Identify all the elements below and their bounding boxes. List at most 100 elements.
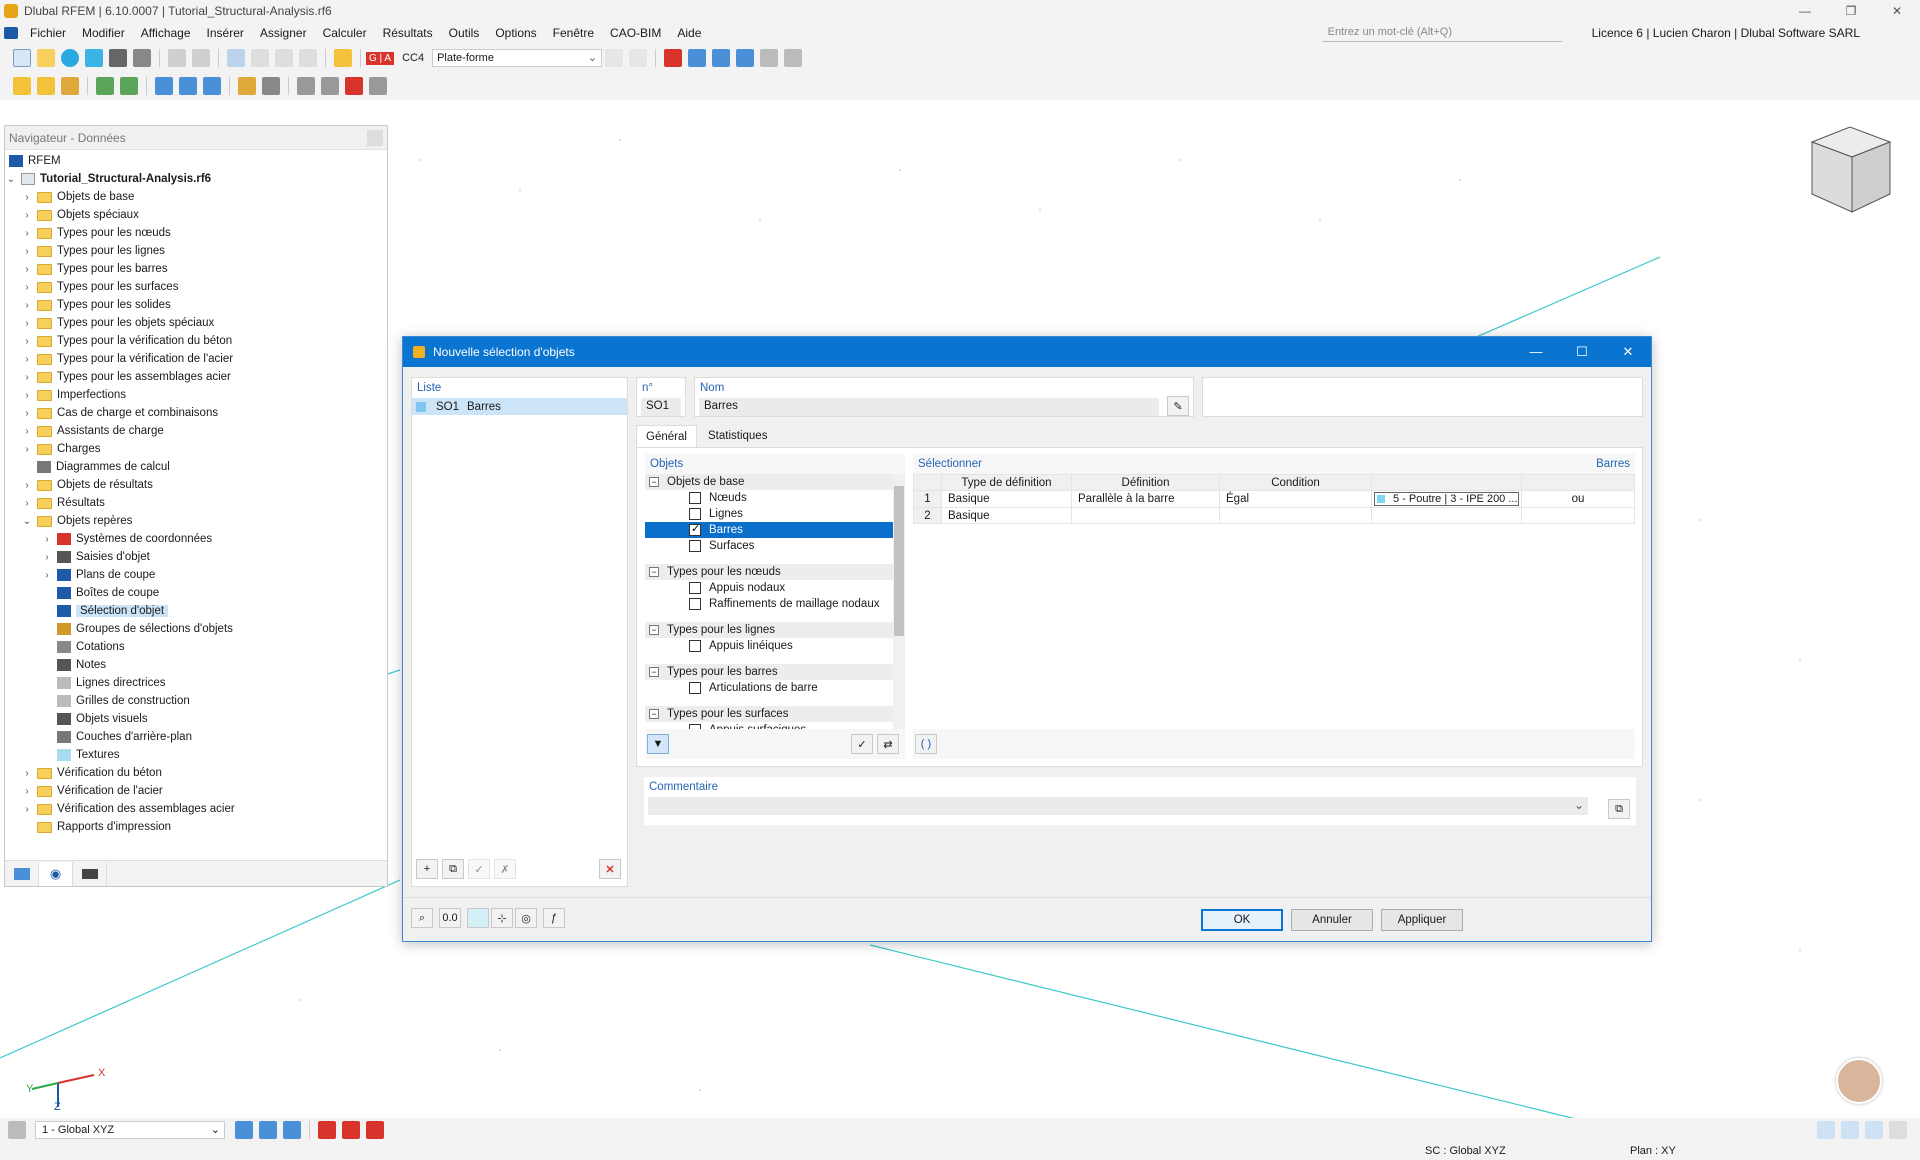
menu-assigner[interactable]: Assigner [252,26,315,40]
checkbox[interactable] [689,598,701,610]
menu-fichier[interactable]: Fichier [22,26,74,40]
draw-line-icon[interactable] [318,1121,336,1139]
search-icon[interactable]: ⌕ [411,908,433,928]
menu-inserer[interactable]: Insérer [199,26,252,40]
color-icon[interactable] [467,908,489,928]
table-toggle-icon[interactable] [251,49,269,67]
menu-fenetre[interactable]: Fenêtre [545,26,602,40]
tree-file[interactable]: ⌄ Tutorial_Structural-Analysis.rf6 [5,170,387,188]
menu-options[interactable]: Options [487,26,544,40]
view-icon[interactable] [299,49,317,67]
condition-cell[interactable]: Égal [1219,490,1372,508]
tab-data[interactable] [5,861,39,886]
collapse-icon[interactable]: − [649,625,659,635]
tree-item-guide[interactable]: Notes [5,656,387,674]
tree-item[interactable]: › Objets de base [5,188,387,206]
cloud-icon[interactable] [61,49,79,67]
snap-toggle-icon[interactable] [1817,1121,1835,1139]
tab-general[interactable]: Général [636,425,697,448]
panel-toggle-icon[interactable] [275,49,293,67]
add-icon[interactable]: + [416,859,438,879]
tree-item-guide[interactable]: Grilles de construction [5,692,387,710]
filter-icon[interactable]: ▼ [647,734,669,754]
object-item[interactable]: Appuis surfaciques [645,722,893,729]
tree-item-guide[interactable]: Lignes directrices [5,674,387,692]
tree-item[interactable]: › Types pour les lignes [5,242,387,260]
tree-item-guide[interactable]: › Plans de coupe [5,566,387,584]
member-icon[interactable] [61,77,79,95]
chevron-right-icon[interactable]: › [21,390,33,401]
opening-icon[interactable] [203,77,221,95]
prev-icon[interactable] [605,49,624,67]
collapse-icon[interactable]: − [649,477,659,487]
load-icon[interactable] [334,49,352,67]
tree-item[interactable]: › Charges [5,440,387,458]
list-item[interactable]: SO1 Barres [412,398,627,415]
grid-icon[interactable] [321,77,339,95]
checkbox[interactable] [689,724,701,729]
maximize-icon[interactable]: ☐ [1559,344,1605,360]
menu-cao-bim[interactable]: CAO-BIM [602,26,669,40]
save-icon[interactable] [109,49,127,67]
ortho-toggle-icon[interactable] [1841,1121,1859,1139]
tree-item[interactable]: › Types pour les surfaces [5,278,387,296]
value-cell[interactable] [1371,507,1522,524]
number-field[interactable]: SO1 [641,398,681,416]
close-icon[interactable]: ✕ [1874,4,1920,18]
tab-display[interactable]: ◉ [39,861,73,886]
table-row[interactable]: 1 Basique Parallèle à la barre Égal 5 - … [913,490,1635,508]
section-icon[interactable] [238,77,256,95]
chevron-right-icon[interactable]: › [21,786,33,797]
solid-icon[interactable] [179,77,197,95]
chevron-right-icon[interactable]: › [21,426,33,437]
formula-icon[interactable]: ƒ [543,908,565,928]
rfem-menu-icon[interactable] [4,27,18,39]
select-all-icon[interactable]: ✓ [851,734,873,754]
axis-z-icon[interactable] [736,49,755,67]
navigator-close-button[interactable] [367,130,383,146]
line-icon[interactable] [37,77,55,95]
minimize-icon[interactable]: — [1513,344,1559,360]
menu-resultats[interactable]: Résultats [375,26,441,40]
checkbox[interactable] [689,540,701,552]
coordinate-system-select[interactable]: 1 - Global XYZ ⌄ [35,1121,225,1139]
tree-root[interactable]: RFEM [5,152,387,170]
name-field[interactable]: Barres [699,398,1159,416]
tree-item[interactable]: ⌄ Objets repères [5,512,387,530]
axis-y-icon[interactable] [712,49,731,67]
tree-item[interactable]: › Vérification du béton [5,764,387,782]
checkbox[interactable] [689,508,701,520]
surface-icon[interactable] [155,77,173,95]
chevron-right-icon[interactable]: › [21,768,33,779]
tree-item-guide[interactable]: Groupes de sélections d'objets [5,620,387,638]
close-icon[interactable]: ✕ [1605,344,1651,360]
chevron-right-icon[interactable]: › [21,372,33,383]
tree-item[interactable]: › Types pour la vérification de l'acier [5,350,387,368]
units-icon[interactable]: 0.0 [439,908,461,928]
chevron-down-icon[interactable]: ⌄ [1574,798,1584,812]
condition-cell[interactable] [1219,507,1372,524]
deselect-all-icon[interactable]: ⇄ [877,734,899,754]
settings-icon[interactable] [369,77,387,95]
edit-icon[interactable]: ✎ [1167,396,1189,416]
tree-item[interactable]: › Assistants de charge [5,422,387,440]
navigator-toggle-icon[interactable] [227,49,245,67]
comment-input[interactable]: ⌄ [648,797,1588,815]
object-group[interactable]: − Types pour les surfaces [645,706,893,722]
chevron-right-icon[interactable]: › [21,444,33,455]
chevron-right-icon[interactable]: › [21,498,33,509]
hinge-icon[interactable] [120,77,138,95]
tree-item-guide[interactable]: Objets visuels [5,710,387,728]
menu-modifier[interactable]: Modifier [74,26,133,40]
tree-item[interactable]: › Types pour les assemblages acier [5,368,387,386]
chevron-right-icon[interactable]: › [21,318,33,329]
tree-item-guide[interactable]: Couches d'arrière-plan [5,728,387,746]
checkbox[interactable] [689,582,701,594]
tree-item[interactable]: Rapports d'impression [5,818,387,836]
chevron-right-icon[interactable]: › [21,480,33,491]
chevron-right-icon[interactable]: › [21,336,33,347]
node-icon[interactable] [13,77,31,95]
checkbox[interactable] [689,522,701,536]
definition-cell[interactable] [1071,507,1220,524]
check-all-icon[interactable]: ✓ [468,859,490,879]
